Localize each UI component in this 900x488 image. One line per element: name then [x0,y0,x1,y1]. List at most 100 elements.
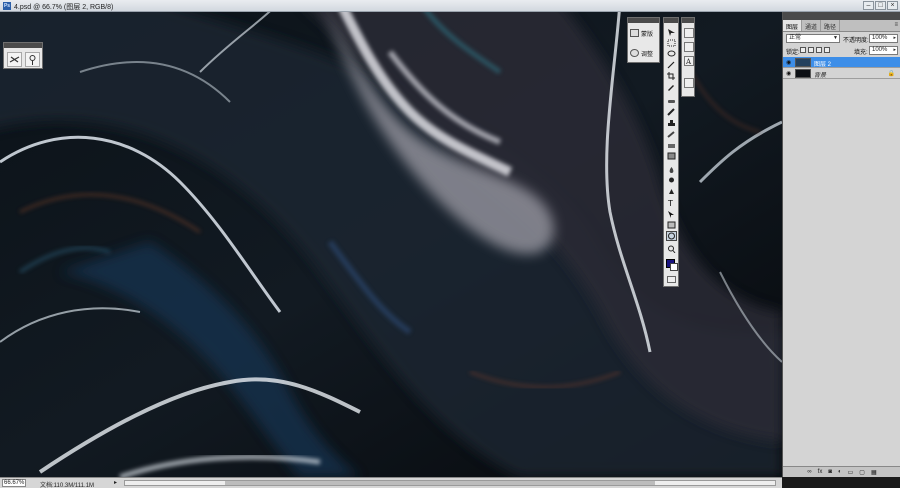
dodge-icon[interactable] [667,177,676,185]
options-panel [3,42,43,69]
adjust-icon [630,49,639,57]
blur-icon[interactable] [667,166,676,174]
crop-icon[interactable] [667,72,676,80]
layer-thumbnail [795,69,811,78]
panel-grip[interactable] [664,18,678,23]
blend-mode-value: 正常 [789,35,802,41]
layers-panel-tabs: 图层 通道 路径 ≡ [783,20,900,32]
toolbox: T [663,17,679,287]
blend-opacity-row: 正常 ▼ 不透明度: 100% ▸ [783,33,900,44]
path-select-icon[interactable] [667,210,676,218]
panel-grip[interactable] [628,18,659,23]
title-bar: Ps 4.psd @ 66.7% (图层 2, RGB/8) – □ × [0,0,900,12]
lock-position-icon[interactable] [816,47,822,53]
chevron-right-icon: ▸ [893,35,896,41]
opacity-value: 100% [872,35,888,41]
3d-rotate-icon[interactable] [666,231,677,241]
pen-icon[interactable] [667,188,676,196]
adjustments-label: 调整 [641,51,654,58]
chevron-right-icon: ▸ [893,47,896,53]
photoshop-icon: Ps [3,2,11,10]
maximize-button[interactable]: □ [875,1,886,10]
add-mask-icon[interactable]: ◙ [828,469,832,475]
zoom-field[interactable]: 66.67% [2,479,26,487]
mask-icon [630,29,639,37]
status-bar: 66.67% 文档:110.3M/111.1M ▸ [0,477,782,488]
navigator-icon[interactable] [684,42,694,52]
horizontal-scrollbar[interactable] [124,480,776,486]
background-color-swatch[interactable] [670,263,678,271]
masks-adjustments-panel: 蒙版 调整 [627,17,660,63]
window-title: 4.psd @ 66.7% (图层 2, RGB/8) [14,4,114,11]
masks-tab[interactable]: 蒙版 [630,27,660,39]
panel-grip[interactable] [783,12,900,20]
panel-grip[interactable] [682,18,694,23]
eye-icon[interactable]: ◉ [786,70,791,77]
layer-thumbnail [795,58,811,67]
minimize-button[interactable]: – [863,1,874,10]
gradient-icon[interactable] [667,152,676,160]
move-icon[interactable] [667,28,676,36]
quick-mask-button[interactable] [667,276,676,283]
eye-icon[interactable]: ◉ [786,59,791,66]
tab-layers[interactable]: 图层 [783,20,803,31]
healing-icon[interactable] [667,97,676,105]
lock-transparency-icon[interactable] [800,47,806,53]
window-controls: – □ × [863,1,898,10]
brush-settings-icon[interactable] [7,52,22,67]
panel-menu-icon[interactable]: ≡ [894,22,898,28]
marquee-icon[interactable] [667,39,676,47]
opacity-field[interactable]: 100% ▸ [869,34,898,43]
magic-wand-icon[interactable] [667,61,676,69]
character-icon[interactable]: A [684,56,694,66]
link-icon[interactable]: ∞ [807,469,811,475]
document-info: 文档:110.3M/111.1M [40,483,95,488]
lock-pixels-icon[interactable] [808,47,814,53]
tab-channels[interactable]: 通道 [802,20,822,31]
lock-all-icon[interactable] [824,47,830,53]
tab-paths[interactable]: 路径 [821,20,841,31]
layer-name: 图层 2 [814,62,832,68]
shape-icon[interactable] [667,221,676,229]
svg-text:T: T [667,199,673,207]
layers-panel-footer: ∞ fx ◙ ◐ ▭ ▢ ▦ [783,466,900,477]
lock-label: 锁定: [786,50,800,56]
panel-icon-strip: A [681,17,695,97]
lock-buttons [800,47,830,53]
brush-icon[interactable] [667,108,676,116]
fill-field[interactable]: 100% ▸ [869,46,898,55]
panel-grip[interactable] [4,43,42,48]
type-icon[interactable]: T [667,199,676,207]
adjustment-layer-icon[interactable]: ◐ [838,469,842,475]
chevron-right-icon[interactable]: ▸ [114,479,117,486]
lasso-icon[interactable] [667,50,676,58]
fx-button[interactable]: fx [818,469,823,475]
close-button[interactable]: × [887,1,898,10]
layer-row[interactable]: ◉ 背景 🔒 [783,68,900,79]
paragraph-icon[interactable] [684,78,694,88]
clone-source-icon[interactable] [25,52,40,67]
eraser-icon[interactable] [667,141,676,149]
fill-label: 填充: [854,50,868,56]
lock-fill-row: 锁定: 填充: 100% ▸ [783,45,900,56]
masks-label: 蒙版 [641,31,654,38]
adjustments-tab[interactable]: 调整 [630,47,660,59]
layer-row[interactable]: ◉ 图层 2 [783,57,900,68]
lock-icon: 🔒 [887,71,895,77]
chevron-down-icon: ▼ [833,35,838,41]
zoom-icon[interactable] [667,245,676,253]
blend-mode-select[interactable]: 正常 ▼ [786,34,840,43]
trash-icon[interactable]: ▦ [871,469,877,476]
eyedropper-icon[interactable] [667,83,676,91]
fill-value: 100% [872,47,888,53]
history-brush-icon[interactable] [667,130,676,138]
folder-icon[interactable]: ▭ [848,469,854,476]
layer-name: 背景 [814,73,827,79]
stamp-icon[interactable] [667,119,676,127]
svg-text:A: A [685,58,692,65]
new-layer-icon[interactable]: ▢ [859,469,865,476]
histogram-icon[interactable] [684,28,694,38]
opacity-label: 不透明度: [843,38,869,44]
layers-panel: 图层 通道 路径 ≡ 正常 ▼ 不透明度: 100% ▸ 锁定: 填充: 100… [782,12,900,477]
scrollbar-thumb[interactable] [225,481,655,485]
